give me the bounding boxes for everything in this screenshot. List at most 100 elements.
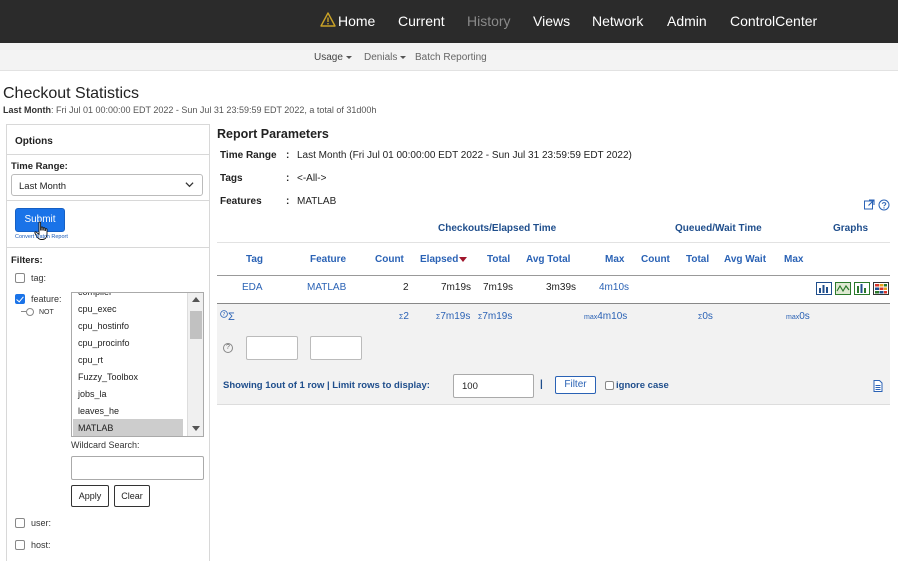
nav-network[interactable]: Network xyxy=(592,13,643,29)
tag-filter-input[interactable] xyxy=(246,336,298,360)
total-total: Σ7m19s xyxy=(478,311,512,322)
scroll-down-icon[interactable] xyxy=(192,426,200,431)
feature-option[interactable]: cpu_exec xyxy=(78,304,117,314)
cell-max[interactable]: 4m10s xyxy=(599,282,629,293)
cell-tag[interactable]: EDA xyxy=(242,282,263,293)
col-queued-count[interactable]: Count xyxy=(641,254,670,265)
group-checkouts: Checkouts/Elapsed Time xyxy=(438,223,557,234)
wildcard-input[interactable] xyxy=(71,456,204,480)
feature-listbox[interactable]: compiler cpu_exec cpu_hostinfo cpu_proci… xyxy=(71,292,204,437)
options-heading: Options xyxy=(15,136,53,147)
col-count[interactable]: Count xyxy=(375,254,404,265)
help-icon[interactable]: ? xyxy=(223,343,233,353)
nav-history[interactable]: History xyxy=(467,13,511,29)
feature-option[interactable]: compiler xyxy=(78,293,112,297)
feature-option[interactable]: cpu_rt xyxy=(78,355,103,365)
cell-total: 7m19s xyxy=(483,282,514,293)
feature-option[interactable]: jobs_la xyxy=(78,389,107,399)
external-link-icon[interactable] xyxy=(864,199,875,210)
max-prefix: max xyxy=(584,314,598,321)
apply-button[interactable]: Apply xyxy=(71,485,109,507)
total-count: Σ2 xyxy=(399,311,409,322)
feature-option[interactable]: cpu_procinfo xyxy=(78,338,130,348)
col-elapsed[interactable]: Elapsed xyxy=(420,254,468,265)
time-range-select[interactable]: Last Month xyxy=(11,174,203,196)
not-radio[interactable] xyxy=(26,308,34,316)
nav-views[interactable]: Views xyxy=(533,13,570,29)
line-graph-icon[interactable] xyxy=(835,282,851,295)
subnav-batch-reporting[interactable]: Batch Reporting xyxy=(415,52,487,63)
total-queued-total-value: 0s xyxy=(702,311,713,322)
limit-rows-input[interactable]: 100 xyxy=(453,374,534,398)
col-total[interactable]: Total xyxy=(487,254,510,265)
page-title: Checkout Statistics xyxy=(3,85,140,102)
sort-desc-icon xyxy=(459,256,468,262)
param-colon: : xyxy=(286,196,290,207)
help-icon[interactable] xyxy=(878,199,890,211)
nav-current[interactable]: Current xyxy=(398,13,445,29)
divider xyxy=(7,200,209,201)
col-queued-total[interactable]: Total xyxy=(686,254,709,265)
info-icon[interactable]: ? xyxy=(220,310,228,318)
subnav-denials-label: Denials xyxy=(364,52,398,63)
filter-button[interactable]: Filter xyxy=(555,376,596,394)
total-total-value: 7m19s xyxy=(482,311,513,322)
col-queued-max[interactable]: Max xyxy=(784,254,803,265)
subnav-denials[interactable]: Denials xyxy=(364,52,407,63)
column-graph-icon[interactable] xyxy=(854,282,870,295)
table-graph-icon[interactable] xyxy=(873,282,889,295)
cell-count: 2 xyxy=(403,282,409,293)
total-queued-max: max0s xyxy=(786,311,810,322)
total-max: max4m10s xyxy=(584,311,627,322)
total-count-value: 2 xyxy=(403,311,409,322)
param-value: MATLAB xyxy=(297,196,337,207)
col-feature[interactable]: Feature xyxy=(310,254,346,265)
cell-feature[interactable]: MATLAB xyxy=(307,282,346,293)
nav-controlcenter[interactable]: ControlCenter xyxy=(730,13,817,29)
feature-option[interactable]: leaves_he xyxy=(78,406,119,416)
external-help-icons xyxy=(864,199,890,211)
param-value: <-All-> xyxy=(297,173,327,184)
feature-option[interactable]: Fuzzy_Toolbox xyxy=(78,372,138,382)
col-avg-wait[interactable]: Avg Wait xyxy=(724,254,766,265)
page-period: Last Month: Fri Jul 01 00:00:00 EDT 2022… xyxy=(3,105,376,115)
bar-graph-icon[interactable] xyxy=(816,282,832,295)
chevron-down-icon xyxy=(345,55,352,59)
nav-admin[interactable]: Admin xyxy=(667,13,707,29)
convert-batch-links[interactable]: Convert Batch Report xyxy=(15,234,68,240)
param-key: Tags xyxy=(220,173,243,184)
scroll-thumb[interactable] xyxy=(190,311,202,339)
clear-button[interactable]: Clear xyxy=(114,485,150,507)
warning-icon xyxy=(320,12,336,27)
feature-filter-input[interactable] xyxy=(310,336,362,360)
totals-sigma: Σ xyxy=(228,311,235,323)
graph-icons xyxy=(816,282,889,295)
time-range-label: Time Range: xyxy=(11,161,68,172)
tag-checkbox[interactable] xyxy=(15,273,25,283)
param-colon: : xyxy=(286,150,290,161)
feature-checkbox[interactable] xyxy=(15,294,25,304)
ignore-case-checkbox[interactable] xyxy=(605,381,614,390)
listbox-scrollbar[interactable] xyxy=(187,293,203,436)
col-avg-total[interactable]: Avg Total xyxy=(526,254,570,265)
total-elapsed-value: 7m19s xyxy=(440,311,471,322)
export-icon[interactable] xyxy=(873,380,883,392)
nav-home[interactable]: Home xyxy=(338,13,375,29)
host-checkbox[interactable] xyxy=(15,540,25,550)
host-label: host: xyxy=(31,540,51,550)
feature-option[interactable]: cpu_hostinfo xyxy=(78,321,129,331)
period-label: Last Month xyxy=(3,105,51,115)
total-max-value: 4m10s xyxy=(597,311,628,322)
col-tag[interactable]: Tag xyxy=(246,254,263,265)
cell-avg-total: 3m39s xyxy=(546,282,577,293)
user-checkbox[interactable] xyxy=(15,518,25,528)
divider xyxy=(7,247,209,248)
subnav-usage[interactable]: Usage xyxy=(314,52,352,63)
sub-nav: Usage Denials Batch Reporting xyxy=(0,43,898,71)
group-queued: Queued/Wait Time xyxy=(675,223,762,234)
tag-label: tag: xyxy=(31,273,47,283)
total-queued-max-value: 0s xyxy=(799,311,810,322)
scroll-up-icon[interactable] xyxy=(192,297,200,302)
col-max[interactable]: Max xyxy=(605,254,624,265)
feature-option-selected[interactable]: MATLAB xyxy=(78,423,113,433)
